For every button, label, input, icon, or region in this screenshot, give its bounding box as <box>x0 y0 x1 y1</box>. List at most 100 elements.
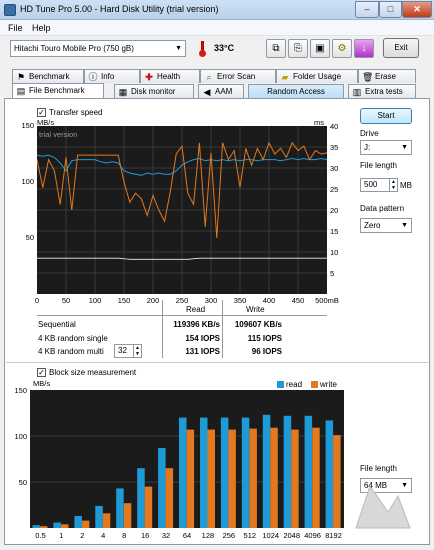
transfer-speed-plot <box>36 126 328 294</box>
block-size-checkbox[interactable]: ✓ <box>37 368 46 377</box>
transfer-speed-checkbox[interactable]: ✓ <box>37 108 46 117</box>
trial-watermark: trial version <box>39 130 78 139</box>
x-tick-label: 250 <box>175 296 189 305</box>
file-length-unit: MB <box>400 181 412 190</box>
bar-write <box>61 524 69 528</box>
tab-health[interactable]: ✚ Health <box>140 69 200 83</box>
data-pattern-select[interactable]: Zero ▼ <box>360 218 412 233</box>
bar-write <box>270 427 278 528</box>
x-tick-label: 450 <box>291 296 305 305</box>
tab-aam[interactable]: ◀ AAM <box>198 84 244 98</box>
spin-arrows-icon[interactable]: ▲ ▼ <box>133 345 141 357</box>
spin-arrows-icon[interactable]: ▲ ▼ <box>389 179 397 191</box>
bar-read <box>241 417 250 528</box>
copy-text-icon[interactable]: ⎘ <box>288 39 308 58</box>
row-sequential-label: Sequential <box>38 320 76 329</box>
col-read-header: Read <box>186 305 206 314</box>
chevron-down-icon: ▼ <box>401 222 408 229</box>
start-button[interactable]: Start <box>360 108 412 124</box>
4kb-single-read: 154 IOPS <box>185 334 220 343</box>
block-size-chart <box>30 390 344 528</box>
maximize-button[interactable]: □ <box>379 1 402 18</box>
tab-error-scan[interactable]: ⌕ Error Scan <box>200 69 276 83</box>
4kb-multi-write: 96 IOPS <box>251 347 282 356</box>
bar-write <box>165 468 174 528</box>
table-divider <box>37 315 327 316</box>
tab-disk-monitor[interactable]: ▦ Disk monitor <box>114 84 194 98</box>
bar-read <box>200 417 208 528</box>
tab-folder-usage[interactable]: ▰ Folder Usage <box>276 69 358 83</box>
block-size-plot <box>30 414 344 528</box>
options-icon[interactable]: ⚙ <box>332 39 352 58</box>
close-button[interactable]: ✕ <box>402 1 432 18</box>
y2-tick-label: 20 <box>330 206 339 215</box>
data-pattern-value: Zero <box>364 221 381 230</box>
block-file-length-label: File length <box>360 464 397 473</box>
legend-write-label: write <box>320 380 337 389</box>
bar-read <box>304 415 313 528</box>
drive-letter-value: J: <box>364 143 371 152</box>
y2-tick-label: 10 <box>330 248 339 257</box>
bar-read <box>32 525 40 528</box>
y2-tick-label: 15 <box>330 227 339 236</box>
y2-tick-label: 5 <box>330 269 335 278</box>
bar-read <box>158 448 166 528</box>
bar-read <box>325 420 334 528</box>
bar-write <box>333 435 341 528</box>
x-tick-label: 200 <box>146 296 160 305</box>
bar-read <box>220 417 229 528</box>
drive-select[interactable]: Hitachi Touro Mobile Pro (750 gB) ▼ <box>10 40 186 57</box>
erase-icon: 🗑 <box>362 72 374 82</box>
save-icon[interactable]: ▣ <box>310 39 330 58</box>
bar-write <box>312 427 320 528</box>
drive-label: Drive <box>360 129 379 138</box>
y-tick-label: 100 <box>14 432 27 441</box>
copy-icon[interactable]: ⧉ <box>266 39 286 58</box>
folder-icon: ▰ <box>281 72 289 82</box>
queue-depth-stepper[interactable]: 32 ▲ ▼ <box>114 344 142 358</box>
disk-monitor-icon: ▦ <box>118 87 128 97</box>
bar-write <box>40 526 48 528</box>
transfer-speed-label: Transfer speed <box>49 108 103 117</box>
bar-read <box>74 516 82 528</box>
y2-tick-label: 35 <box>330 143 339 152</box>
chevron-down-icon: ▼ <box>401 144 408 151</box>
4kb-single-write: 115 IOPS <box>247 334 282 343</box>
data-pattern-label: Data pattern <box>360 204 405 213</box>
menu-file[interactable]: File <box>8 23 23 33</box>
tab-extra-tests[interactable]: ▥ Extra tests <box>348 84 416 98</box>
extra-tests-icon: ▥ <box>352 87 362 97</box>
row-4kb-multi-label: 4 KB random multi <box>38 347 104 356</box>
tab-benchmark[interactable]: ⚑ Benchmark <box>12 69 84 83</box>
x-tick-label: 500mB <box>315 296 339 305</box>
bar-write <box>144 486 153 528</box>
tab-erase[interactable]: 🗑 Erase <box>358 69 416 83</box>
exit-button[interactable]: Exit <box>383 38 419 58</box>
menu-help[interactable]: Help <box>32 23 51 33</box>
bar-write <box>102 513 111 528</box>
col-write-header: Write <box>246 305 265 314</box>
x-tick-label: 0 <box>34 296 40 305</box>
drive-letter-select[interactable]: J: ▼ <box>360 140 412 155</box>
legend-read-swatch <box>277 381 284 388</box>
minimize-button[interactable]: – <box>355 1 379 18</box>
tab-random-access[interactable]: Random Access <box>248 84 344 98</box>
bar-write <box>249 428 257 528</box>
bar-write <box>228 429 236 528</box>
window-title: HD Tune Pro 5.00 - Hard Disk Utility (tr… <box>20 4 219 14</box>
tab-file-benchmark[interactable]: ▤ File Benchmark <box>12 83 104 98</box>
drive-select-value: Hitachi Touro Mobile Pro (750 gB) <box>14 44 134 53</box>
file-length-value: 500 <box>364 180 378 189</box>
file-length-stepper[interactable]: 500 ▲ ▼ <box>360 178 398 192</box>
temperature-readout: 33°C <box>214 43 235 53</box>
queue-depth-value: 32 <box>118 346 127 355</box>
site-logo-icon <box>355 484 411 529</box>
section-divider <box>6 362 428 363</box>
tab-info[interactable]: ⓘ Info <box>84 69 140 83</box>
legend-write-swatch <box>311 381 318 388</box>
bar-write <box>81 520 90 528</box>
download-icon[interactable]: ↓ <box>354 39 374 58</box>
bar-write <box>186 429 195 528</box>
sequential-write: 109607 KB/s <box>234 320 282 329</box>
x-tick-label: 8192 <box>325 531 342 540</box>
